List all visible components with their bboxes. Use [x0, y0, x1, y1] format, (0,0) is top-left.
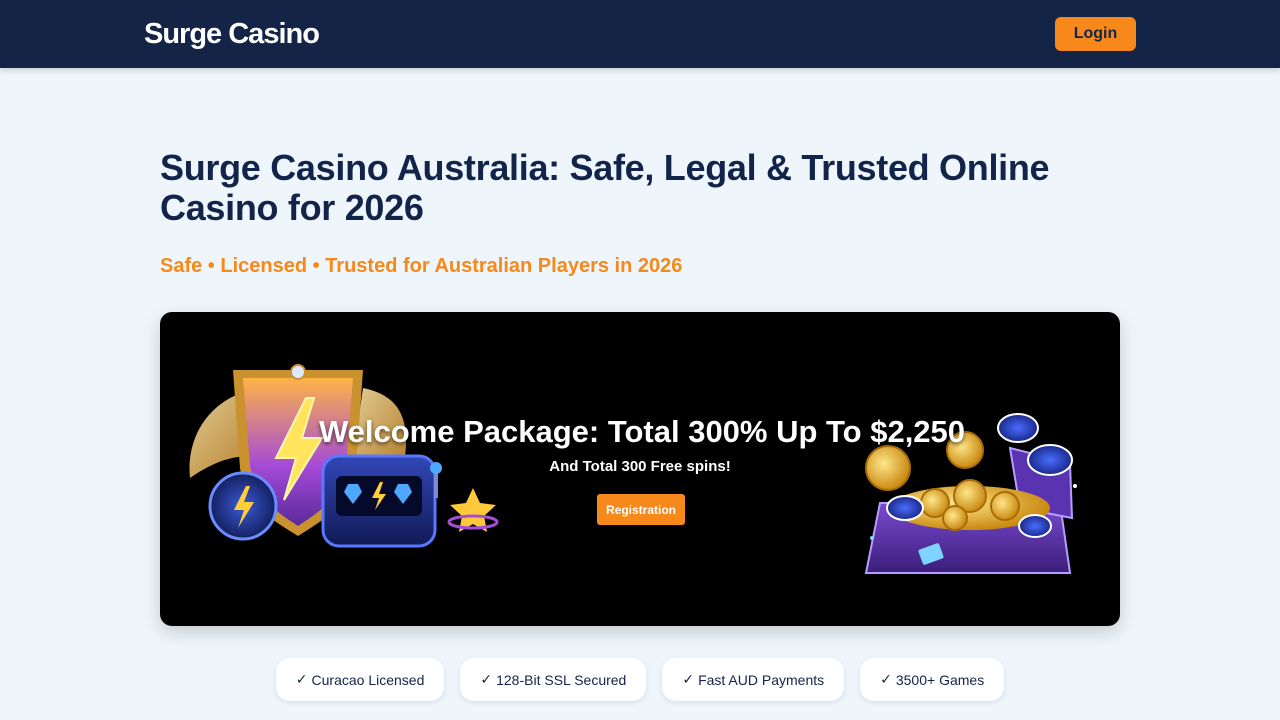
login-button[interactable]: Login — [1055, 17, 1136, 51]
feature-label: 3500+ Games — [895, 671, 985, 688]
page-title: Surge Casino Australia: Safe, Legal & Tr… — [160, 147, 1050, 228]
page-subtitle: Safe • Licensed • Trusted for Australian… — [160, 255, 683, 277]
feature-badge-payments: ✓ Fast AUD Payments — [662, 658, 845, 701]
feature-badge-ssl: ✓ 128-Bit SSL Secured — [460, 658, 647, 701]
feature-label: Curacao Licensed — [311, 671, 425, 688]
registration-button[interactable]: Registration — [597, 494, 685, 525]
banner-subheadline: And Total 300 Free spins! — [549, 458, 731, 475]
checkmark-icon: ✓ — [480, 671, 493, 687]
feature-badges: ✓ Curacao Licensed ✓ 128-Bit SSL Secured… — [0, 658, 1280, 701]
feature-label: 128-Bit SSL Secured — [496, 671, 627, 688]
checkmark-icon: ✓ — [295, 671, 308, 687]
checkmark-icon: ✓ — [682, 671, 695, 687]
welcome-bonus-banner: Welcome Package: Total 300% Up To $2,250… — [160, 312, 1120, 626]
checkmark-icon: ✓ — [880, 671, 892, 687]
feature-badge-games: ✓ 3500+ Games — [860, 658, 1005, 701]
brand-logo-text[interactable]: Surge Casino — [144, 16, 320, 52]
feature-label: Fast AUD Payments — [698, 671, 825, 688]
feature-badge-licensed: ✓ Curacao Licensed — [275, 658, 445, 701]
banner-headline: Welcome Package: Total 300% Up To $2,250 — [318, 414, 966, 449]
top-navigation-bar: Surge Casino Login — [0, 0, 1280, 68]
